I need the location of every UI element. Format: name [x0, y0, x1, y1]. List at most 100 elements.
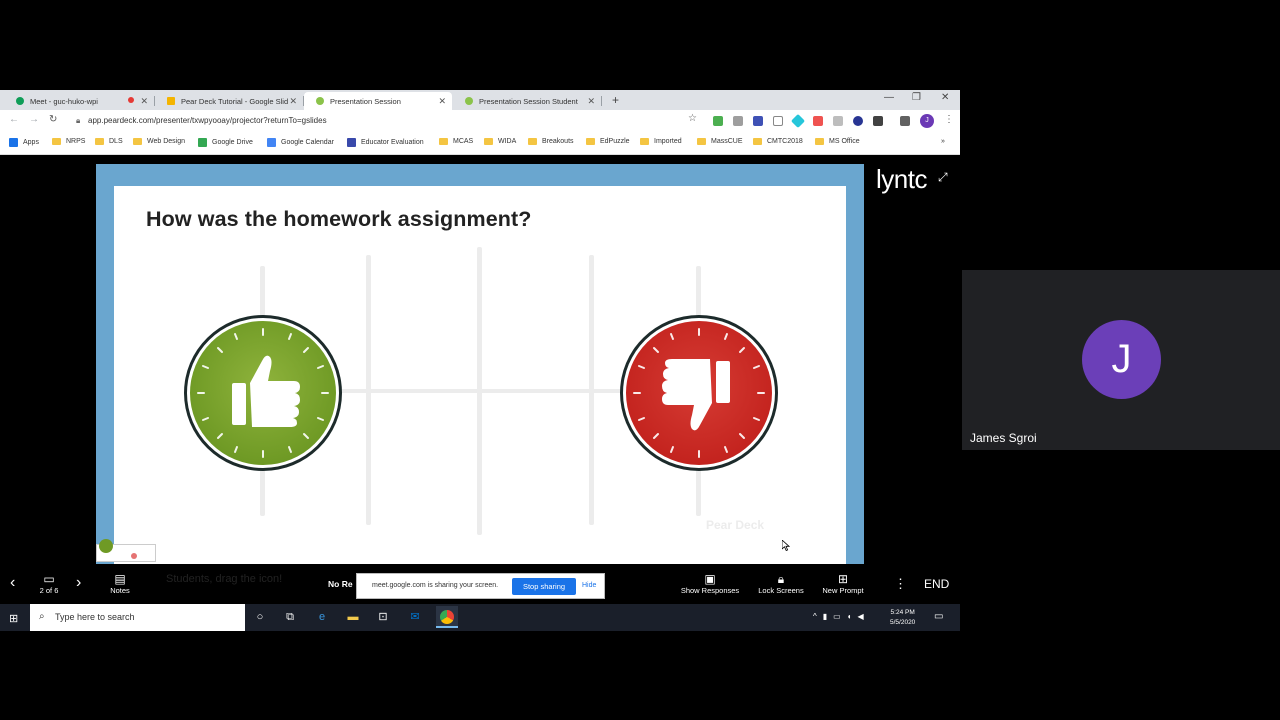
close-icon[interactable]: ✕: [587, 96, 595, 107]
playlist-icon[interactable]: [900, 116, 910, 126]
task-view-icon[interactable]: ⧉: [283, 610, 297, 624]
cortana-icon[interactable]: ○: [253, 610, 267, 624]
chrome-icon: [440, 610, 454, 624]
url-field[interactable]: app.peardeck.com/presenter/txwpyooay/pro…: [88, 116, 327, 125]
bookmark-star-icon[interactable]: ☆: [688, 113, 697, 124]
close-window-icon[interactable]: ✕: [941, 92, 949, 103]
mail-icon[interactable]: ✉: [408, 610, 422, 624]
bookmark-mcas[interactable]: MCAS: [439, 138, 473, 145]
folder-icon: [640, 138, 649, 145]
bookmark-label: Educator Evaluation: [361, 139, 424, 146]
chrome-taskbar-button[interactable]: [436, 606, 458, 628]
notes-button[interactable]: ▤ Notes: [104, 572, 136, 595]
bookmark-imported[interactable]: Imported: [640, 138, 682, 145]
extension-icon[interactable]: [853, 116, 863, 126]
folder-icon: [133, 138, 142, 145]
minimize-icon[interactable]: —: [884, 92, 894, 103]
next-slide-icon[interactable]: ›: [76, 574, 81, 592]
previous-slide-icon[interactable]: ‹: [10, 574, 15, 592]
tab-presentation-session-student[interactable]: Presentation Session Student ✕: [453, 92, 602, 110]
profile-avatar[interactable]: J: [920, 114, 934, 128]
drive-icon: [198, 138, 207, 147]
slide-counter: ▭ 2 of 6: [36, 572, 62, 595]
more-options-icon[interactable]: ⋮: [894, 576, 907, 592]
tab-meet[interactable]: Meet - guc-huko-wpi ✕: [4, 92, 155, 110]
lock-icon: 🔒︎: [777, 572, 785, 586]
monitor-icon: ▣: [704, 572, 716, 586]
taskbar-search[interactable]: ⌕ Type here to search: [30, 604, 245, 631]
more-label: »: [941, 138, 945, 145]
folder-icon: [815, 138, 824, 145]
file-explorer-icon[interactable]: ▬: [346, 610, 360, 624]
bookmark-label: Breakouts: [542, 138, 574, 145]
bookmark-cmtc2018[interactable]: CMTC2018: [753, 138, 803, 145]
close-icon[interactable]: ✕: [140, 96, 148, 107]
restore-icon[interactable]: ❐: [912, 92, 921, 103]
bookmarks-more[interactable]: »: [941, 138, 945, 145]
browser-menu-icon[interactable]: ⋮: [944, 114, 954, 125]
bookmark-dls[interactable]: DLS: [95, 138, 123, 145]
stop-sharing-button[interactable]: Stop sharing: [512, 578, 576, 595]
bookmark-edpuzzle[interactable]: EdPuzzle: [586, 138, 630, 145]
end-session-button[interactable]: END: [924, 577, 949, 591]
recording-icon: [128, 97, 134, 103]
close-icon[interactable]: ✕: [438, 96, 446, 107]
hide-button[interactable]: Hide: [582, 582, 596, 589]
notifications-icon[interactable]: ▭: [934, 611, 943, 622]
thumbs-up-badge: [184, 315, 342, 471]
clock-date: 5/5/2020: [890, 619, 916, 626]
edge-icon[interactable]: e: [315, 610, 329, 624]
drive-extension-icon[interactable]: [713, 116, 723, 126]
system-tray-icons[interactable]: ^▮▭◖◀: [813, 612, 870, 621]
tab-label: Pear Deck Tutorial - Google Slid: [181, 96, 289, 106]
calendar-icon: [267, 138, 276, 147]
extension-icon[interactable]: [833, 116, 843, 126]
windows-start-icon[interactable]: ⊞: [9, 612, 18, 625]
back-icon[interactable]: ←: [9, 114, 19, 125]
bookmark-breakouts[interactable]: Breakouts: [528, 138, 574, 145]
bookmark-wida[interactable]: WIDA: [484, 138, 516, 145]
bookmark-nrps[interactable]: NRPS: [52, 138, 85, 145]
lock-icon: 🔒︎: [76, 116, 81, 125]
folder-icon: [95, 138, 104, 145]
show-responses-button[interactable]: ▣ Show Responses: [676, 572, 744, 595]
thumbs-up-icon: [190, 321, 336, 465]
folder-icon: [52, 138, 61, 145]
browser-window: Meet - guc-huko-wpi ✕ Pear Deck Tutorial…: [0, 90, 960, 155]
cast-icon[interactable]: [873, 116, 883, 126]
bookmark-label: DLS: [109, 138, 123, 145]
new-prompt-label: New Prompt: [822, 586, 864, 595]
bookmarks-bar: Apps NRPS DLS Web Design Google Drive Go…: [0, 132, 960, 155]
bookmark-label: Google Calendar: [281, 139, 334, 146]
extension-icon[interactable]: [753, 116, 763, 126]
close-icon[interactable]: ✕: [289, 96, 297, 107]
extension-icon[interactable]: [790, 113, 806, 129]
bookmark-educator-evaluation[interactable]: Educator Evaluation: [347, 138, 424, 147]
bookmark-google-drive[interactable]: Google Drive: [198, 138, 253, 147]
slides-icon: [167, 97, 175, 105]
store-icon[interactable]: ⊡: [376, 610, 390, 624]
bookmark-web-design[interactable]: Web Design: [133, 138, 185, 145]
lock-screens-button[interactable]: 🔒︎ Lock Screens: [754, 572, 808, 595]
taskbar-clock[interactable]: 5:24 PM 5/5/2020: [890, 608, 915, 628]
new-tab-button[interactable]: +: [612, 93, 619, 107]
slide-counter-text: 2 of 6: [39, 586, 59, 595]
new-prompt-button[interactable]: ⊞ New Prompt: [818, 572, 868, 595]
reload-icon[interactable]: ↻: [49, 114, 57, 125]
extension-icon[interactable]: [733, 116, 743, 126]
bookmark-google-calendar[interactable]: Google Calendar: [267, 138, 334, 147]
tab-pear-deck-tutorial[interactable]: Pear Deck Tutorial - Google Slid ✕: [155, 92, 304, 110]
extension-icon[interactable]: [773, 116, 783, 126]
bookmark-label: NRPS: [66, 138, 86, 145]
bookmark-ms-office[interactable]: MS Office: [815, 138, 860, 145]
bookmark-masscue[interactable]: MassCUE: [697, 138, 743, 145]
bookmark-apps[interactable]: Apps: [9, 138, 39, 147]
expand-icon[interactable]: ⤢: [938, 170, 948, 185]
extension-icon[interactable]: [813, 116, 823, 126]
tab-presentation-session[interactable]: Presentation Session ✕: [304, 92, 452, 110]
forward-icon[interactable]: →: [29, 114, 39, 125]
folder-icon: [528, 138, 537, 145]
no-responses-text: No Re: [328, 579, 353, 589]
tab-strip: Meet - guc-huko-wpi ✕ Pear Deck Tutorial…: [0, 90, 960, 110]
folder-icon: [753, 138, 762, 145]
